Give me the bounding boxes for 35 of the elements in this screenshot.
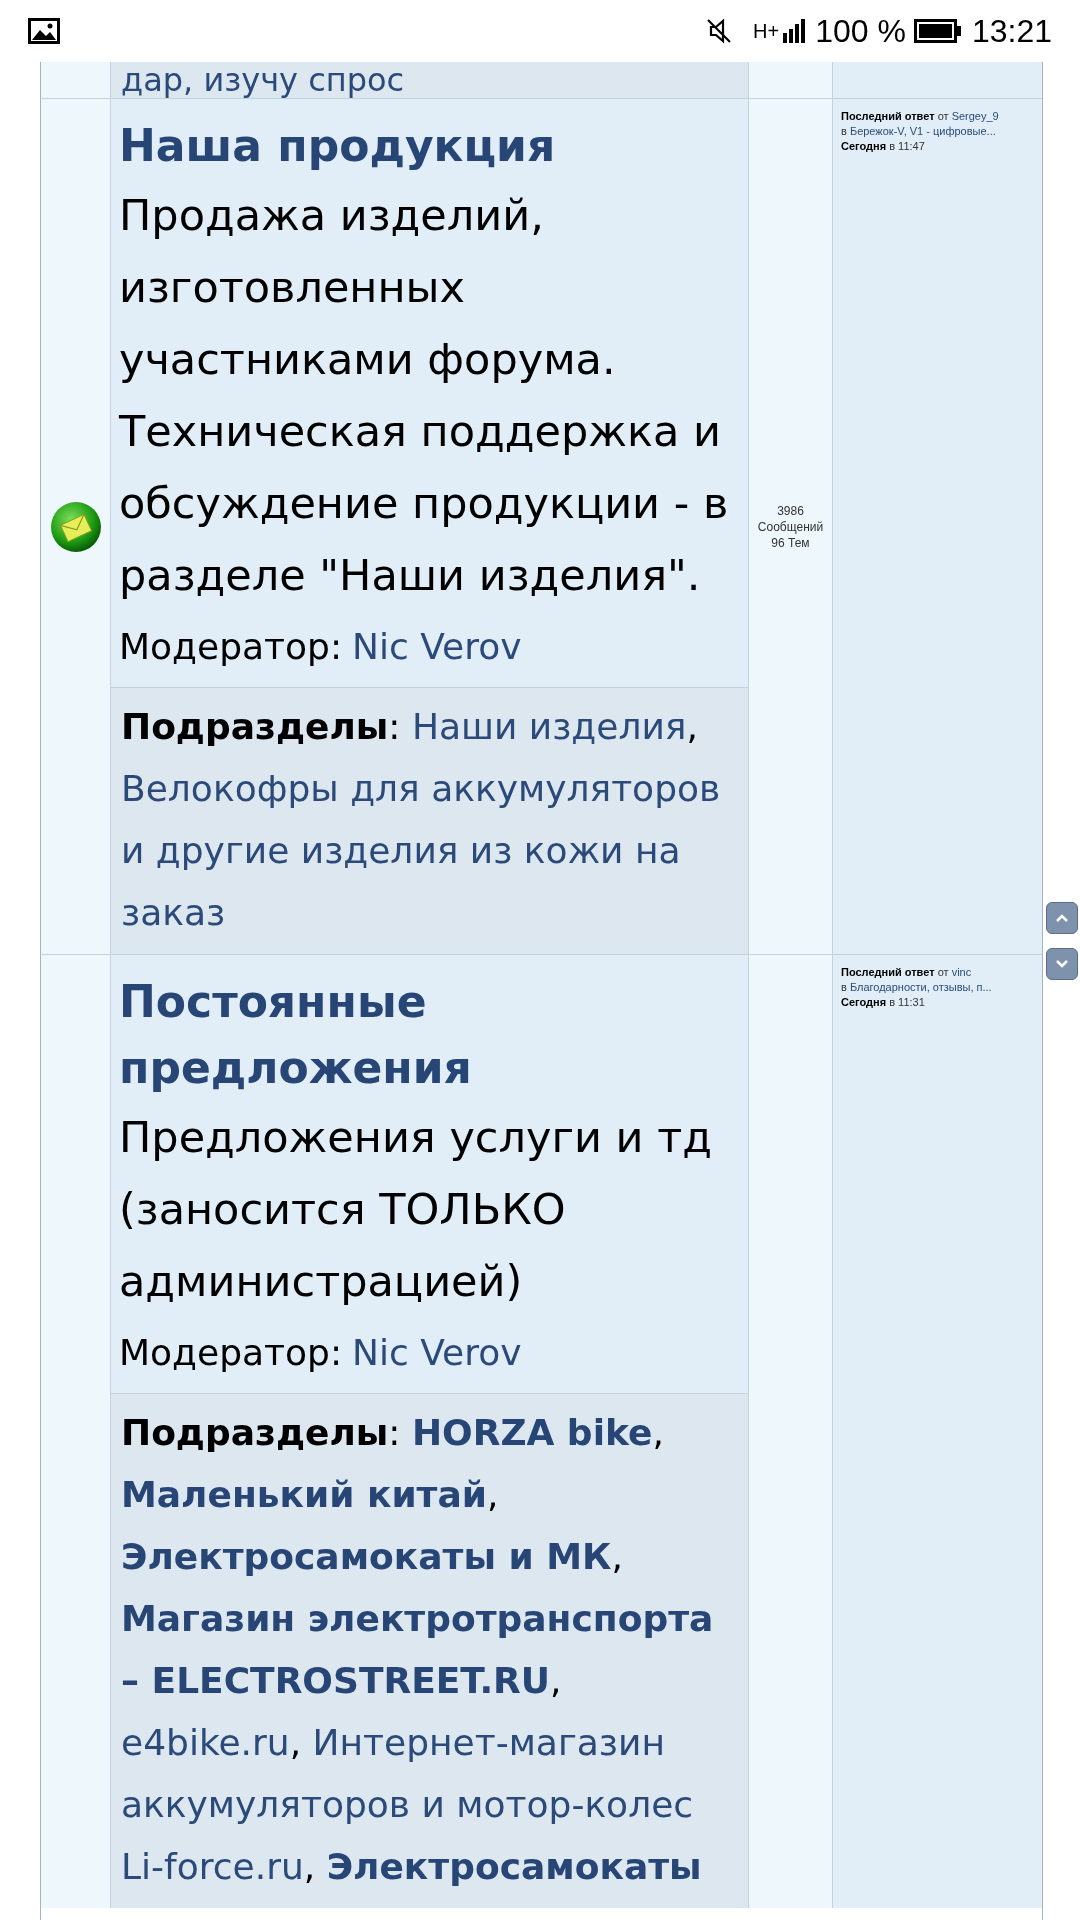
user-link[interactable]: Sergey_9 <box>951 110 999 122</box>
chevron-down-icon <box>1054 959 1069 969</box>
thread-line: в Бережок-V, V1 - цифровые... <box>841 124 997 139</box>
forum-title[interactable]: Наша продукция <box>119 113 740 179</box>
last-post-time: Сегодня в 11:31 <box>841 995 926 1010</box>
envelope-icon <box>49 500 102 553</box>
network-type: H+ <box>753 19 780 44</box>
last-post-line: Последний ответ от Sergey_9 <box>841 109 1000 124</box>
image-icon <box>28 18 60 44</box>
forum-description: Предложения услуги и тд (заносится ТОЛЬКО администрацией) <box>119 1111 713 1308</box>
last-post-line: Последний ответ от vinc <box>841 965 973 980</box>
stat-text: 3986 <box>777 502 804 519</box>
subforums-text[interactable]: Подразделы: Наши изделия, Велокофры для аккумуляторов и другие изделия из кожи на заказ <box>121 696 738 944</box>
scroll-up-button[interactable] <box>1045 902 1078 934</box>
last-post-time: Сегодня в 11:47 <box>841 139 926 154</box>
forum-title[interactable]: Постоянные предложения <box>119 969 740 1101</box>
thread-link[interactable]: Благодарности, отзывы, п... <box>849 981 992 993</box>
scroll-down-button[interactable] <box>1045 948 1078 980</box>
moderator-link[interactable]: Nic Verov <box>352 617 522 677</box>
moderator-label: Модератор: <box>119 1331 342 1375</box>
user-link[interactable]: vinc <box>951 966 972 978</box>
battery-icon <box>913 19 962 43</box>
forum-description: Продажа изделий, изготовленных участниками форума. Техническая поддержка и обсуждение продукции - в разделе "Наши изделия". <box>119 189 730 602</box>
subforum-links[interactable]: дар, изучу спрос <box>121 62 405 98</box>
thread-line: в Благодарности, отзывы, п... <box>841 980 993 995</box>
moderator-label: Модератор: <box>119 625 342 669</box>
subforums-text[interactable]: Подразделы: HORZA bike, Маленький китай, Электросамокаты и МК, Магазин электротранспорта – ELECTROSTREET.RU, e4bike.ru, Интернет-магазин аккумуляторов и мотор-колес Li-force.ru, Электросамокаты <box>121 1402 738 1898</box>
battery-percent: 100 % <box>815 12 906 51</box>
thread-link[interactable]: Бережок-V, V1 - цифровые... <box>849 125 996 137</box>
signal-icon <box>781 17 808 45</box>
chevron-up-icon <box>1054 913 1069 923</box>
stat-text: 96 Тем <box>771 534 810 551</box>
stat-text: Сообщений <box>757 518 824 535</box>
clock: 13:21 <box>971 12 1052 51</box>
moderator-link[interactable]: Nic Verov <box>352 1323 522 1383</box>
